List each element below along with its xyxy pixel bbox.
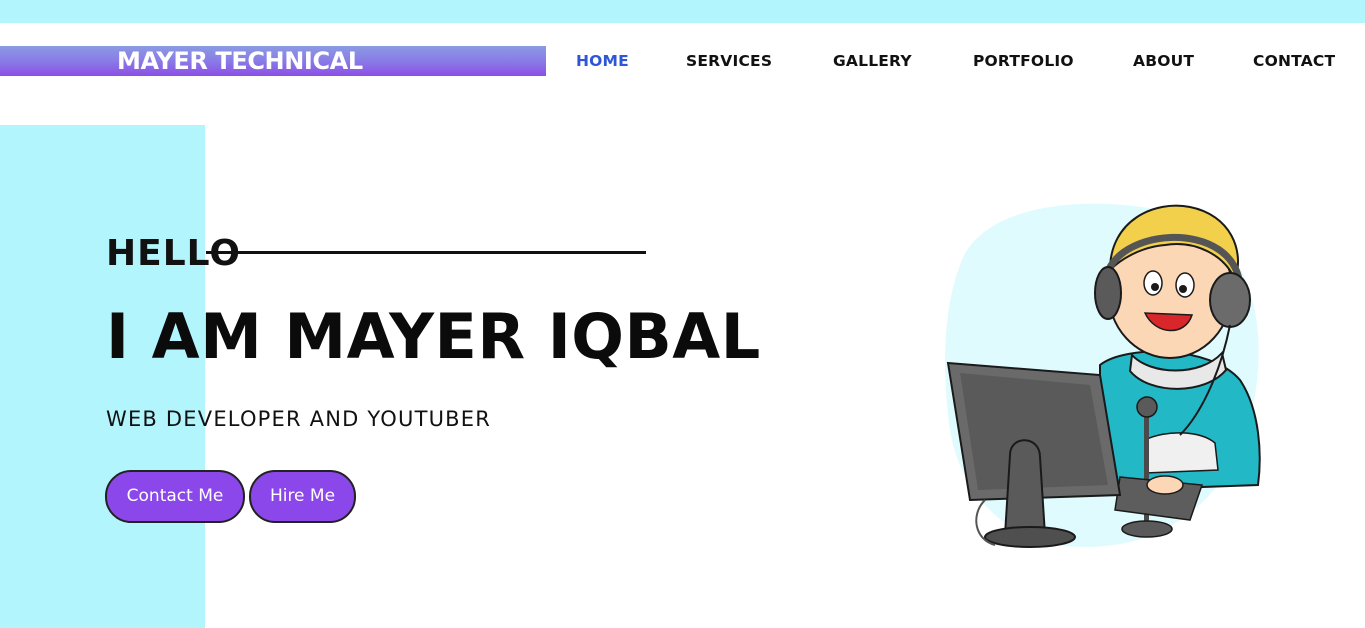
nav-item-portfolio[interactable]: PORTFOLIO <box>973 51 1074 71</box>
hero-side-panel <box>0 125 205 628</box>
contact-me-button[interactable]: Contact Me <box>105 470 245 523</box>
nav-item-contact[interactable]: CONTACT <box>1253 51 1335 71</box>
nav-item-gallery[interactable]: GALLERY <box>833 51 912 71</box>
greeting-underline <box>206 251 646 254</box>
top-accent-strip <box>0 0 1365 23</box>
brand-logo-text[interactable]: MAYER TECHNICAL <box>117 46 363 76</box>
hero-subtitle: WEB DEVELOPER AND YOUTUBER <box>106 407 492 431</box>
nav-item-home[interactable]: HOME <box>576 51 629 71</box>
nav-item-services[interactable]: SERVICES <box>686 51 772 71</box>
nav-item-about[interactable]: ABOUT <box>1133 51 1194 71</box>
hire-me-button[interactable]: Hire Me <box>249 470 356 523</box>
hero-headline: I AM MAYER IQBAL <box>106 300 761 373</box>
hero-illustration <box>940 195 1270 555</box>
